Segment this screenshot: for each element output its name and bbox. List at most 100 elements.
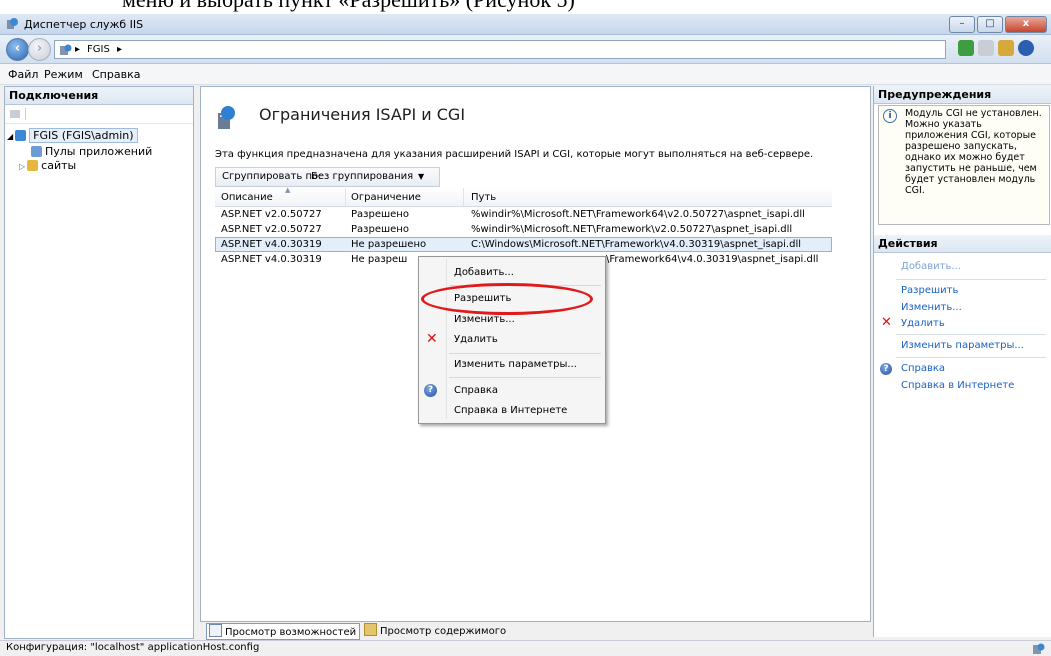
expand-arrow-icon[interactable]: ▷ <box>19 162 25 171</box>
connections-toolbar <box>5 105 193 124</box>
cell-restriction: Не разрешено <box>351 239 427 250</box>
column-header-restriction[interactable]: Ограничение <box>351 192 421 203</box>
cgi-warning-text: Модуль CGI не установлен. Можно указать … <box>905 108 1042 196</box>
cell-description: ASP.NET v4.0.30319 <box>221 239 322 250</box>
menu-separator <box>449 377 601 378</box>
action-delete[interactable]: Удалить <box>901 318 945 329</box>
context-menu-edit-params[interactable]: Изменить параметры... <box>454 359 577 370</box>
minimize-button[interactable]: – <box>949 16 975 33</box>
table-row[interactable]: ASP.NET v2.0.50727 Разрешено %windir%\Mi… <box>215 222 832 237</box>
cell-description: ASP.NET v2.0.50727 <box>221 209 322 220</box>
column-divider[interactable] <box>463 188 464 206</box>
navigation-bar: ‹ › ▸ FGIS ▸ <box>0 35 1051 64</box>
action-online-help[interactable]: Справка в Интернете <box>901 380 1014 391</box>
page-title: Ограничения ISAPI и CGI <box>259 105 466 124</box>
menu-bar: Файл Режим Справка <box>0 64 1051 85</box>
divider <box>896 279 1046 280</box>
connect-icon[interactable] <box>9 108 21 120</box>
menu-help[interactable]: Справка <box>92 68 140 81</box>
cell-restriction: Разрешено <box>351 209 409 220</box>
features-view-icon <box>209 624 222 637</box>
group-by-value: Без группирования <box>311 171 414 182</box>
tree-node-sites[interactable]: ▷ сайты <box>19 159 76 172</box>
breadcrumb-item[interactable]: FGIS <box>87 41 110 58</box>
alerts-header: Предупреждения <box>874 86 1051 104</box>
cell-path: %windir%\Microsoft.NET\Framework64\v2.0.… <box>471 209 805 220</box>
action-add[interactable]: Добавить... <box>901 261 961 272</box>
home-icon[interactable] <box>998 40 1014 56</box>
menu-file[interactable]: Файл <box>8 68 38 81</box>
tree-node-label: сайты <box>41 159 77 172</box>
group-by-label: Сгруппировать по: <box>222 171 322 182</box>
status-bar: Конфигурация: "localhost" applicationHos… <box>0 640 1051 656</box>
divider <box>896 357 1046 358</box>
context-menu-add[interactable]: Добавить... <box>454 267 514 278</box>
action-edit-params[interactable]: Изменить параметры... <box>901 340 1024 351</box>
tab-label: Просмотр возможностей <box>225 627 357 638</box>
breadcrumb-separator-icon[interactable]: ▸ <box>117 41 122 58</box>
window-controls: – □ x <box>949 16 1047 33</box>
actions-pane: Предупреждения i Модуль CGI не установле… <box>873 86 1051 637</box>
cell-restriction: Разрешено <box>351 224 409 235</box>
iis-app-icon <box>7 18 18 29</box>
isapi-cgi-feature-icon <box>218 106 235 129</box>
app-pool-icon <box>31 146 42 157</box>
status-text: Конфигурация: "localhost" applicationHos… <box>6 642 260 653</box>
column-header-path[interactable]: Путь <box>471 192 496 203</box>
maximize-button[interactable]: □ <box>977 16 1003 33</box>
toolbar-divider <box>25 108 26 120</box>
tab-content-view[interactable]: Просмотр содержимого <box>362 623 509 638</box>
title-bar: Диспетчер служб IIS – □ x <box>0 14 1051 35</box>
context-menu-online-help[interactable]: Справка в Интернете <box>454 405 567 416</box>
table-header: Описание ▲ Ограничение Путь <box>215 186 832 207</box>
context-menu-delete[interactable]: Удалить <box>454 334 498 345</box>
tab-label: Просмотр содержимого <box>380 626 507 637</box>
page-description: Эта функция предназначена для указания р… <box>215 149 814 160</box>
cgi-warning-box: i Модуль CGI не установлен. Можно указат… <box>878 105 1050 225</box>
sites-icon <box>27 160 39 171</box>
toolbar-icons <box>958 40 1034 56</box>
divider <box>896 334 1046 335</box>
context-menu-help[interactable]: Справка <box>454 385 498 396</box>
table-row[interactable]: ASP.NET v2.0.50727 Разрешено %windir%\Mi… <box>215 207 832 222</box>
chevron-down-icon: ▼ <box>418 172 425 181</box>
column-divider[interactable] <box>345 188 346 206</box>
refresh-icon[interactable] <box>958 40 974 56</box>
tab-features-view[interactable]: Просмотр возможностей <box>206 623 361 640</box>
cell-description: ASP.NET v4.0.30319 <box>221 254 322 265</box>
tree-node-app-pools[interactable]: Пулы приложений <box>31 145 152 158</box>
column-header-description[interactable]: Описание <box>221 192 273 203</box>
document-text-fragment: меню и выбрать пункт «Разрешить» (Рисуно… <box>0 0 1051 14</box>
menu-separator <box>449 353 601 354</box>
tree-node-server[interactable]: ◢ FGIS (FGIS\admin) <box>7 128 138 143</box>
forward-button[interactable]: › <box>28 38 51 61</box>
window-title: Диспетчер служб IIS <box>24 18 144 31</box>
cell-path: %windir%\Microsoft.NET\Framework\v2.0.50… <box>471 224 793 235</box>
cell-description: ASP.NET v2.0.50727 <box>221 224 322 235</box>
table-row-selected[interactable]: ASP.NET v4.0.30319 Не разрешено C:\Windo… <box>215 237 832 252</box>
action-edit[interactable]: Изменить... <box>901 302 962 313</box>
sort-ascending-icon: ▲ <box>285 186 291 194</box>
connections-header: Подключения <box>5 87 193 105</box>
delete-icon: ✕ <box>426 331 438 347</box>
tree-node-label: Пулы приложений <box>45 145 153 158</box>
menu-view[interactable]: Режим <box>44 68 83 81</box>
server-icon <box>60 44 72 55</box>
menu-gutter <box>446 259 447 419</box>
collapse-arrow-icon[interactable]: ◢ <box>7 132 13 141</box>
actions-section: Действия Добавить... Разрешить Изменить.… <box>874 235 1051 391</box>
content-view-icon <box>364 623 377 636</box>
breadcrumb-separator-icon: ▸ <box>75 44 81 55</box>
cell-restriction: Не разреш <box>351 254 408 265</box>
address-bar[interactable]: ▸ FGIS ▸ <box>54 40 946 59</box>
help-icon[interactable] <box>1018 40 1034 56</box>
stop-icon[interactable] <box>978 40 994 56</box>
action-allow[interactable]: Разрешить <box>901 285 958 296</box>
view-tabs: Просмотр возможностей Просмотр содержимо… <box>200 623 869 640</box>
context-menu-edit[interactable]: Изменить... <box>454 314 515 325</box>
group-by-dropdown[interactable]: Сгруппировать по: Без группирования ▼ <box>215 167 440 187</box>
red-highlight-ellipse <box>421 283 593 315</box>
back-button[interactable]: ‹ <box>6 38 29 61</box>
close-button[interactable]: x <box>1005 16 1047 33</box>
action-help[interactable]: Справка <box>901 363 945 374</box>
